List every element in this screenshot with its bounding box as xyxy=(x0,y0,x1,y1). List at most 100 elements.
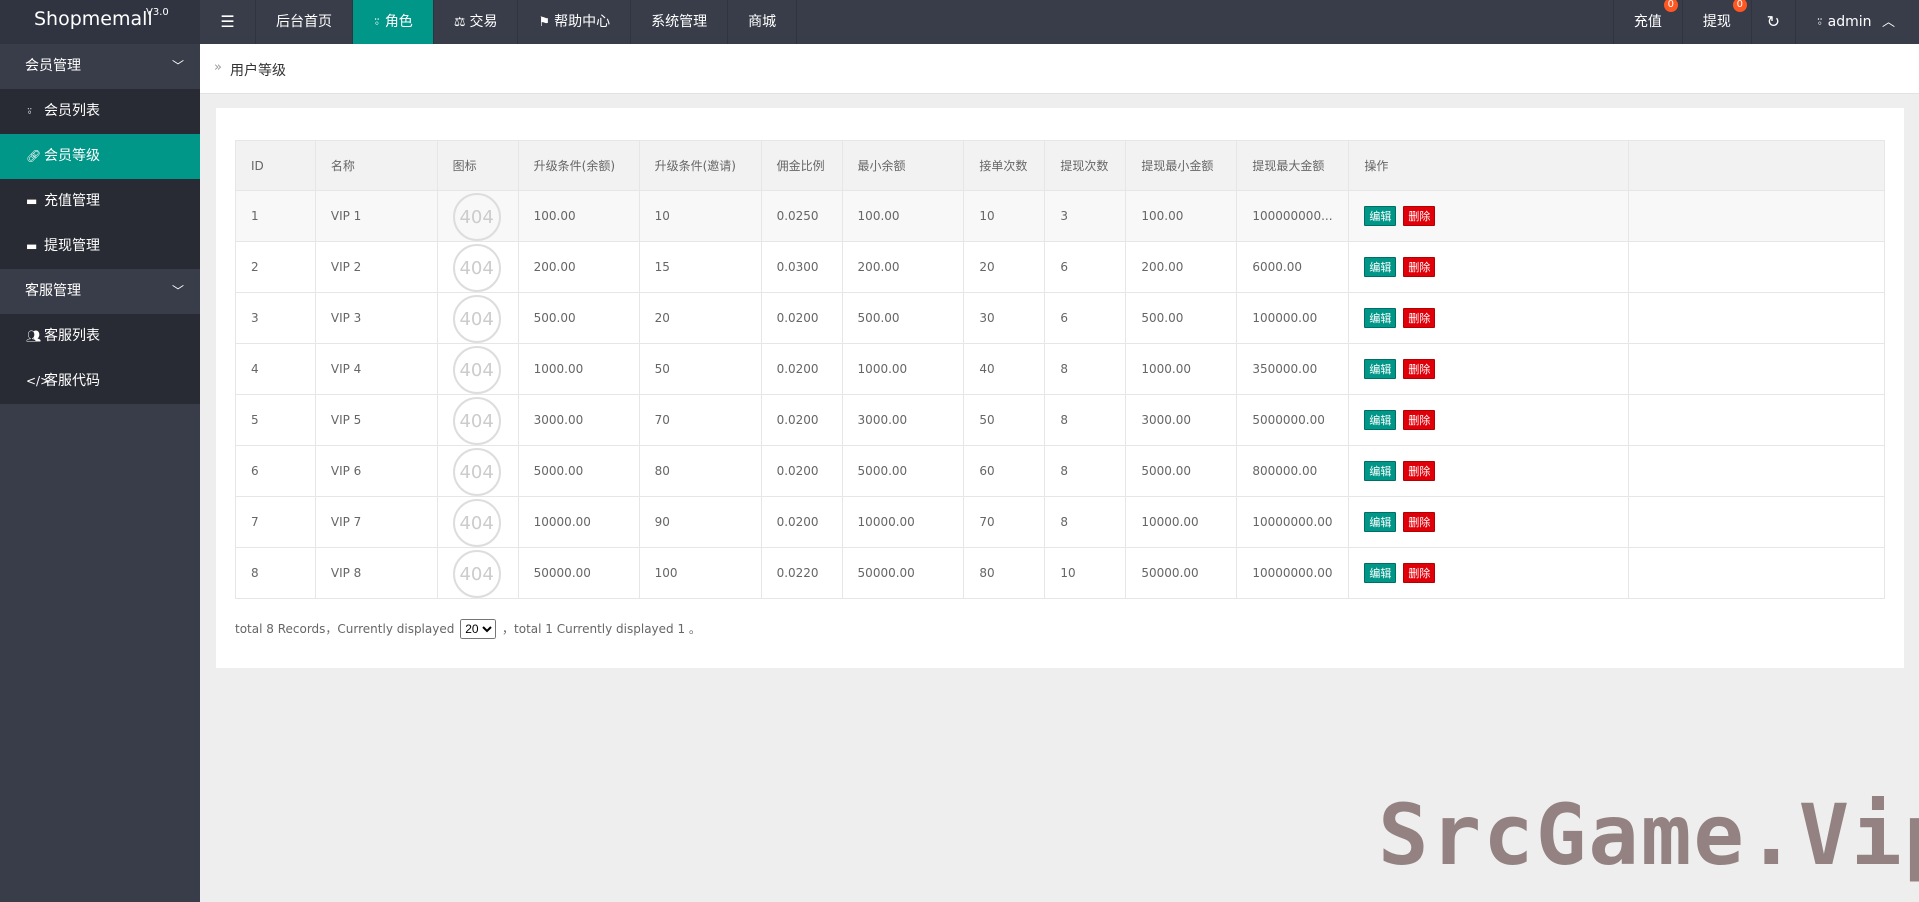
cell-icon: 404 xyxy=(436,292,519,344)
nav-mall[interactable]: 商城 xyxy=(728,0,798,44)
nav-home[interactable]: 后台首页 xyxy=(256,0,353,44)
edit-button[interactable]: 编辑 xyxy=(1364,410,1397,430)
cell-name: VIP 2 xyxy=(314,241,438,293)
cell-commission: 0.0200 xyxy=(760,445,843,497)
nav-system[interactable]: 系统管理 xyxy=(631,0,729,44)
cell-upgrade-balance: 5000.00 xyxy=(517,445,640,497)
cell-upgrade-balance: 500.00 xyxy=(517,292,640,344)
cell-commission: 0.0200 xyxy=(760,394,843,446)
user-menu[interactable]: ⍤ admin ︿ xyxy=(1794,0,1919,44)
cell-upgrade-invite: 80 xyxy=(638,445,762,497)
cell-upgrade-invite: 15 xyxy=(638,241,762,293)
cell-name: VIP 5 xyxy=(314,394,438,446)
sidebar-group-member[interactable]: 会员管理 ﹀ xyxy=(0,44,200,89)
sidebar-item-member-level[interactable]: 🔗︎ 会员等级 xyxy=(0,134,200,179)
table-row: 2 VIP 2 404 200.00 15 0.0300 200.00 20 6 200.00 60… xyxy=(235,241,1886,293)
sidebar-item-service-code[interactable]: </>客服代码 xyxy=(0,359,200,404)
placeholder-image-icon: 404 xyxy=(452,346,501,394)
cell-withdraw-count: 10 xyxy=(1044,547,1127,599)
placeholder-image-icon: 404 xyxy=(452,397,501,445)
edit-button[interactable]: 编辑 xyxy=(1364,257,1397,277)
cell-icon: 404 xyxy=(436,496,519,548)
delete-button[interactable]: 删除 xyxy=(1403,359,1436,379)
cell-actions: 编辑 删除 xyxy=(1348,445,1629,497)
delete-button[interactable]: 删除 xyxy=(1403,461,1436,481)
nav-role[interactable]: ⍤ 角色 xyxy=(353,0,434,44)
edit-button[interactable]: 编辑 xyxy=(1364,512,1397,532)
cell-commission: 0.0200 xyxy=(760,343,843,395)
col-order-count: 接单次数 xyxy=(963,140,1046,191)
cell-icon: 404 xyxy=(436,190,519,242)
sidebar-item-recharge[interactable]: ▬ 充值管理 xyxy=(0,179,200,224)
nav-trade[interactable]: ⚖ 交易 xyxy=(434,0,519,44)
content-panel: ID 名称 图标 升级条件(余额) 升级条件(邀请) 佣金比例 最小余额 接单次… xyxy=(216,108,1904,668)
sidebar-group-service[interactable]: 客服管理 ﹀ xyxy=(0,269,200,314)
cell-commission: 0.0220 xyxy=(760,547,843,599)
cell-withdraw-count: 8 xyxy=(1044,445,1127,497)
delete-button[interactable]: 删除 xyxy=(1403,257,1436,277)
edit-button[interactable]: 编辑 xyxy=(1364,308,1397,328)
edit-button[interactable]: 编辑 xyxy=(1364,461,1397,481)
breadcrumb-separator-icon: » xyxy=(214,60,222,75)
cell-name: VIP 8 xyxy=(314,547,438,599)
cell-upgrade-invite: 10 xyxy=(638,190,762,242)
cell-withdraw-max: 5000000.00 xyxy=(1236,394,1350,446)
cell-withdraw-max: 800000.00 xyxy=(1236,445,1350,497)
refresh-button[interactable]: ↻ xyxy=(1750,0,1795,44)
edit-button[interactable]: 编辑 xyxy=(1364,206,1397,226)
cell-actions: 编辑 删除 xyxy=(1348,343,1629,395)
cell-id: 8 xyxy=(235,547,316,599)
cell-withdraw-count: 6 xyxy=(1044,241,1127,293)
cell-actions: 编辑 删除 xyxy=(1348,292,1629,344)
recharge-button[interactable]: 充值 0 xyxy=(1612,0,1682,44)
pagination: total 8 Records，Currently displayed 20 ，… xyxy=(235,619,701,639)
logo[interactable]: Shopmemall V3.0 xyxy=(0,0,200,44)
table-row: 3 VIP 3 404 500.00 20 0.0200 500.00 30 6 500.00 10… xyxy=(235,292,1886,344)
nav-help[interactable]: ⚑ 帮助中心 xyxy=(518,0,632,44)
cell-icon: 404 xyxy=(436,547,519,599)
cell-upgrade-invite: 20 xyxy=(638,292,762,344)
col-upgrade-invite: 升级条件(邀请) xyxy=(638,140,762,191)
sidebar: 会员管理 ﹀ ⍤ 会员列表 🔗︎ 会员等级 ▬ 充值管理 ▬ 提现管理 客服管理 ﹀ 👥… xyxy=(0,44,200,902)
cell-withdraw-min: 5000.00 xyxy=(1125,445,1238,497)
edit-button[interactable]: 编辑 xyxy=(1364,359,1397,379)
scale-icon: ⚖ xyxy=(453,15,466,30)
delete-button[interactable]: 删除 xyxy=(1403,512,1436,532)
placeholder-image-icon: 404 xyxy=(452,244,501,292)
delete-button[interactable]: 删除 xyxy=(1403,563,1436,583)
menu-toggle-button[interactable]: ☰ xyxy=(200,0,256,44)
card-icon: ▬ xyxy=(26,194,38,208)
sidebar-item-withdraw[interactable]: ▬ 提现管理 xyxy=(0,224,200,269)
delete-button[interactable]: 删除 xyxy=(1403,206,1436,226)
cell-name: VIP 1 xyxy=(314,190,438,242)
cell-id: 3 xyxy=(235,292,316,344)
cell-min-balance: 10000.00 xyxy=(841,496,965,548)
cell-upgrade-invite: 100 xyxy=(638,547,762,599)
withdraw-button[interactable]: 提现 0 xyxy=(1681,0,1751,44)
menu-icon: ☰ xyxy=(220,12,235,31)
cell-withdraw-max: 6000.00 xyxy=(1236,241,1350,293)
cell-upgrade-balance: 50000.00 xyxy=(517,547,640,599)
cell-name: VIP 7 xyxy=(314,496,438,548)
cell-name: VIP 4 xyxy=(314,343,438,395)
cell-blank xyxy=(1627,190,1886,242)
cell-upgrade-invite: 50 xyxy=(638,343,762,395)
sidebar-item-service-list[interactable]: 👥︎ 客服列表 xyxy=(0,314,200,359)
edit-button[interactable]: 编辑 xyxy=(1364,563,1397,583)
placeholder-image-icon: 404 xyxy=(452,193,501,241)
delete-button[interactable]: 删除 xyxy=(1403,308,1436,328)
delete-button[interactable]: 删除 xyxy=(1403,410,1436,430)
cell-min-balance: 100.00 xyxy=(841,190,965,242)
placeholder-image-icon: 404 xyxy=(452,448,501,496)
cell-actions: 编辑 删除 xyxy=(1348,190,1629,242)
cell-icon: 404 xyxy=(436,343,519,395)
right-nav: 充值 0 提现 0 ↻ ⍤ admin ︿ xyxy=(1612,0,1919,44)
refresh-icon: ↻ xyxy=(1766,12,1781,31)
sidebar-item-member-list[interactable]: ⍤ 会员列表 xyxy=(0,89,200,134)
cell-blank xyxy=(1627,394,1886,446)
page-size-select[interactable]: 20 xyxy=(460,619,497,639)
cell-withdraw-min: 10000.00 xyxy=(1125,496,1238,548)
table-row: 1 VIP 1 404 100.00 10 0.0250 100.00 10 3 100.00 10… xyxy=(235,190,1886,242)
cell-actions: 编辑 删除 xyxy=(1348,496,1629,548)
cell-withdraw-min: 3000.00 xyxy=(1125,394,1238,446)
